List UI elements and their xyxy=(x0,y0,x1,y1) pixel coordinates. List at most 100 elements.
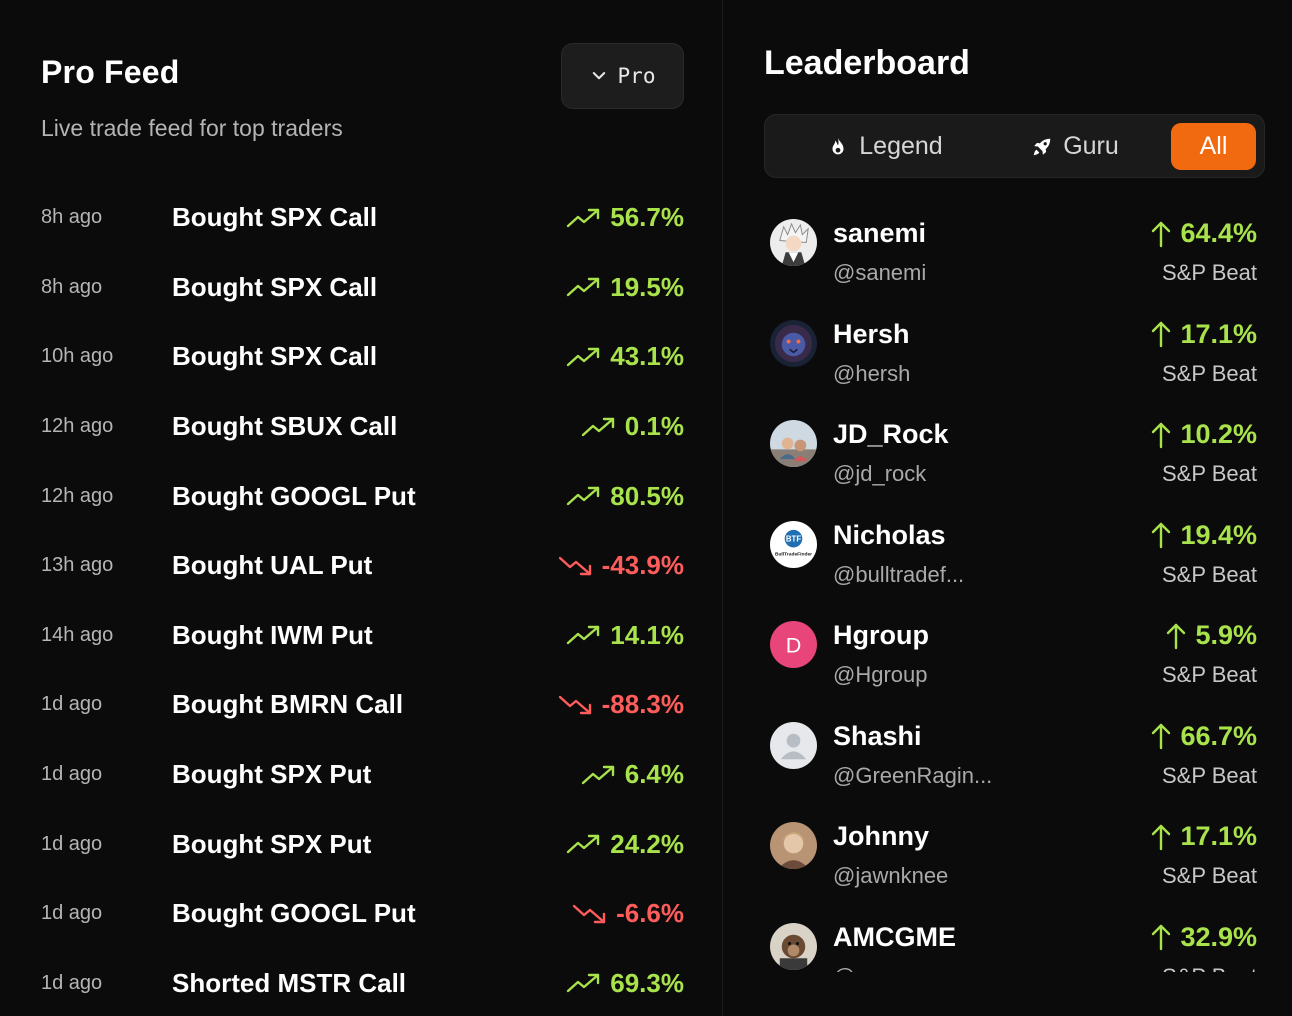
trader-name: AMCGME xyxy=(833,921,956,952)
trader-name: Shashi xyxy=(833,720,922,751)
feed-change-value: 24.2% xyxy=(610,828,684,859)
trader-handle: @jd_rock xyxy=(833,461,927,486)
pro-feed-panel: Pro Feed Live trade feed for top traders… xyxy=(0,0,723,1016)
leaderboard-list: sanemi @sanemi 64.4% S&P Beat Hersh @hersh 17.… xyxy=(764,208,1257,972)
feed-trade: Bought SPX Call xyxy=(172,341,378,372)
arrow-up-icon xyxy=(1152,723,1171,750)
avatar xyxy=(770,721,817,769)
arrow-up-icon xyxy=(1152,824,1171,850)
feed-change: 6.4% xyxy=(581,759,684,790)
feed-row[interactable]: 1d ago Bought BMRN Call -88.3% xyxy=(41,670,684,740)
trader-gain: 17.1% xyxy=(1150,821,1257,852)
feed-change-value: 19.5% xyxy=(610,271,684,302)
tab-guru-label: Guru xyxy=(1063,132,1119,160)
trending-down-icon xyxy=(558,695,591,715)
trader-gain-label: S&P Beat xyxy=(1162,964,1257,973)
feed-row[interactable]: 8h ago Bought SPX Call 56.7% xyxy=(41,183,684,253)
feed-change: 24.2% xyxy=(566,829,684,860)
feed-change: 19.5% xyxy=(566,272,684,303)
trending-up-icon xyxy=(567,347,600,367)
trader-handle: @bulltradef... xyxy=(833,561,965,587)
trader-gain-label: S&P Beat xyxy=(1162,260,1257,285)
trader-gain: 5.9% xyxy=(1165,620,1257,651)
feed-change-value: -88.3% xyxy=(601,689,684,720)
trader-name: Johnny xyxy=(833,821,930,851)
feed-trade: Bought UAL Put xyxy=(172,550,373,581)
feed-trade: Bought SPX Call xyxy=(172,271,378,302)
feed-time: 13h ago xyxy=(41,554,114,577)
feed-trade: Bought GOOGL Put xyxy=(172,898,416,929)
feed-row[interactable]: 8h ago Bought SPX Call 19.5% xyxy=(41,253,684,323)
feed-change: 80.5% xyxy=(566,481,684,512)
tab-all[interactable]: All xyxy=(1171,123,1256,170)
feed-row[interactable]: 13h ago Bought UAL Put -43.9% xyxy=(41,531,684,601)
feed-time: 12h ago xyxy=(41,484,114,507)
avatar xyxy=(770,822,817,869)
arrow-up-icon xyxy=(1152,221,1171,247)
feed-row[interactable]: 12h ago Bought GOOGL Put 80.5% xyxy=(41,461,684,531)
avatar: D xyxy=(770,621,817,668)
leaderboard-row[interactable]: Hersh @hersh 17.1% S&P Beat xyxy=(764,309,1257,410)
feed-time: 1d ago xyxy=(41,832,103,855)
leaderboard-tabs: Legend Guru All xyxy=(764,114,1265,178)
leaderboard-row[interactable]: JD_Rock @jd_rock 10.2% S&P Beat xyxy=(764,409,1257,510)
feed-trade: Bought BMRN Call xyxy=(172,689,404,720)
arrow-up-icon xyxy=(1152,924,1171,951)
feed-change-value: 6.4% xyxy=(624,759,684,790)
trader-gain: 32.9% xyxy=(1150,922,1257,953)
avatar xyxy=(770,922,817,970)
feed-row[interactable]: 14h ago Bought IWM Put 14.1% xyxy=(41,601,684,671)
leaderboard-row[interactable]: AMCGME @amcgme 32.9% S&P Beat xyxy=(764,912,1257,973)
trader-gain-value: 17.1% xyxy=(1180,318,1257,349)
trader-name: Hersh xyxy=(833,318,910,349)
leaderboard-row[interactable]: Johnny @jawnknee 17.1% S&P Beat xyxy=(764,811,1257,912)
feed-filter-dropdown[interactable]: Pro xyxy=(561,43,684,109)
feed-row[interactable]: 1d ago Bought SPX Put 24.2% xyxy=(41,809,684,879)
feed-time: 1d ago xyxy=(41,763,103,786)
feed-change-value: -43.9% xyxy=(601,550,684,581)
feed-trade: Shorted MSTR Call xyxy=(172,967,407,998)
trader-gain-value: 5.9% xyxy=(1195,620,1257,650)
feed-trade: Bought SPX Call xyxy=(172,202,378,233)
trader-gain-value: 17.1% xyxy=(1180,821,1257,851)
avatar xyxy=(770,319,817,367)
feed-change: -6.6% xyxy=(572,898,684,929)
svg-text:BTF: BTF xyxy=(786,534,801,543)
leaderboard-row[interactable]: sanemi @sanemi 64.4% S&P Beat xyxy=(764,208,1257,309)
feed-time: 1d ago xyxy=(41,902,103,925)
trending-up-icon xyxy=(581,765,614,784)
feed-trade: Bought SBUX Call xyxy=(172,411,398,442)
trader-gain: 10.2% xyxy=(1150,419,1257,450)
feed-row[interactable]: 10h ago Bought SPX Call 43.1% xyxy=(41,322,684,392)
leaderboard-row[interactable]: D Hgroup @Hgroup 5.9% S&P Beat xyxy=(764,610,1257,711)
svg-text:D: D xyxy=(786,633,802,657)
trader-gain: 17.1% xyxy=(1150,319,1257,350)
feed-row[interactable]: 1d ago Bought SPX Put 6.4% xyxy=(41,740,684,810)
feed-change-value: 80.5% xyxy=(610,480,684,511)
feed-change: 0.1% xyxy=(581,411,684,442)
feed-row[interactable]: 12h ago Bought SBUX Call 0.1% xyxy=(41,392,684,462)
tab-legend-label: Legend xyxy=(859,132,943,160)
feed-change-value: 43.1% xyxy=(610,341,684,372)
arrow-up-icon xyxy=(1167,623,1186,649)
trader-gain-label: S&P Beat xyxy=(1162,561,1257,587)
feed-time: 1d ago xyxy=(41,693,103,716)
feed-row[interactable]: 1d ago Shorted MSTR Call 69.3% xyxy=(41,949,684,1016)
trader-gain: 64.4% xyxy=(1150,218,1257,249)
trader-handle: @sanemi xyxy=(833,260,927,285)
trader-gain: 19.4% xyxy=(1150,520,1257,551)
svg-text:BullTradeFinder: BullTradeFinder xyxy=(775,551,812,557)
feed-change-value: -6.6% xyxy=(616,898,684,929)
leaderboard-row[interactable]: Shashi @GreenRagin... 66.7% S&P Beat xyxy=(764,711,1257,812)
trader-gain-label: S&P Beat xyxy=(1162,461,1257,486)
feed-change-value: 0.1% xyxy=(624,411,684,442)
trader-name: Hgroup xyxy=(833,620,929,650)
feed-trade: Bought IWM Put xyxy=(172,619,373,650)
tab-legend[interactable]: Legend xyxy=(805,123,965,170)
leaderboard-row[interactable]: BTF BullTradeFinder Nicholas @bulltradef...… xyxy=(764,510,1257,611)
trending-up-icon xyxy=(567,486,600,506)
avatar: BTF BullTradeFinder xyxy=(770,520,817,568)
tab-guru[interactable]: Guru xyxy=(1015,123,1135,170)
trader-gain-label: S&P Beat xyxy=(1162,360,1257,386)
feed-row[interactable]: 1d ago Bought GOOGL Put -6.6% xyxy=(41,879,684,949)
